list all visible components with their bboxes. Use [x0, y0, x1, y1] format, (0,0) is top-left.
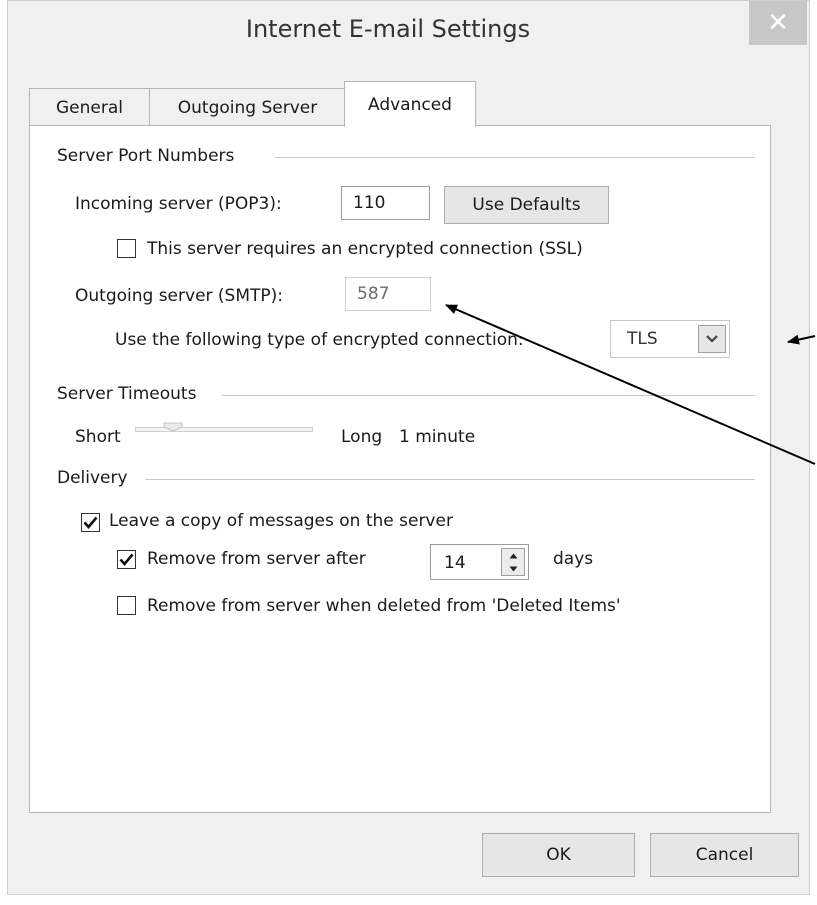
annotation-arrow-to-encryption-select: [787, 334, 816, 345]
page: Internet E-mail Settings ✕ General Outgo…: [0, 0, 817, 905]
annotation-arrows: [445, 304, 816, 465]
annotation-arrow-to-outgoing-port: [445, 304, 816, 465]
